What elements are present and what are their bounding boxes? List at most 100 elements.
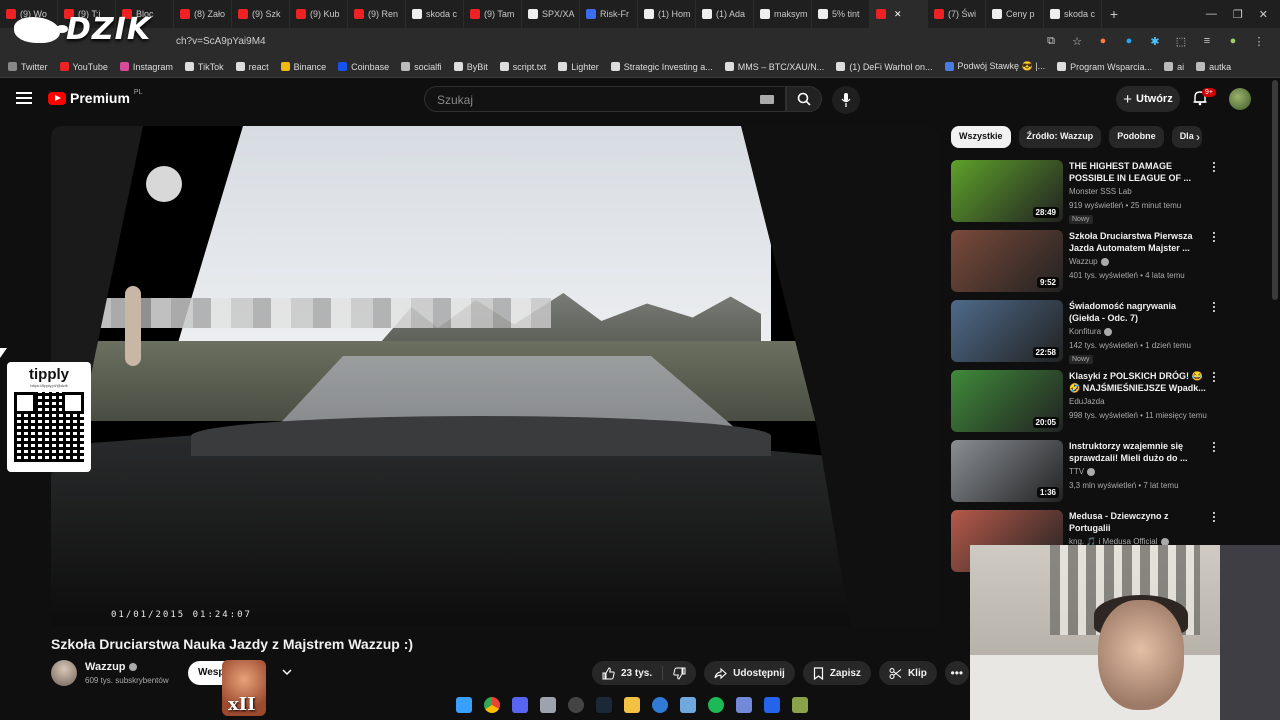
dislike-button[interactable]: [663, 661, 697, 685]
extension-blue-icon[interactable]: ●: [1122, 34, 1136, 48]
install-app-icon[interactable]: ⧉: [1044, 34, 1058, 48]
browser-tab[interactable]: SPX/XA: [522, 0, 580, 28]
bookmark-item[interactable]: Podwój Stawkę 😎 |...: [944, 61, 1045, 72]
chevron-right-icon[interactable]: ›: [1196, 130, 1208, 144]
discord-icon[interactable]: [512, 697, 528, 713]
bookmark-item[interactable]: script.txt: [499, 62, 546, 72]
bookmark-item[interactable]: socialfi: [401, 62, 442, 72]
reading-list-icon[interactable]: ≡: [1200, 34, 1214, 48]
more-vertical-icon[interactable]: [1211, 512, 1217, 526]
account-avatar[interactable]: [1229, 88, 1251, 110]
more-actions-button[interactable]: •••: [944, 661, 969, 685]
browser-tab[interactable]: (9) Ren: [348, 0, 406, 28]
browser-tab[interactable]: skoda c: [1044, 0, 1102, 28]
browser-tab[interactable]: Risk-Fr: [580, 0, 638, 28]
discord-alt-icon[interactable]: [736, 697, 752, 713]
bookmark-item[interactable]: Twitter: [8, 62, 48, 72]
close-window-icon[interactable]: ✕: [1259, 8, 1268, 21]
video-thumbnail[interactable]: 20:05: [951, 370, 1063, 432]
bookmark-item[interactable]: (1) DeFi Warhol on...: [836, 62, 933, 72]
search-button[interactable]: [786, 86, 822, 112]
url-field[interactable]: ch?v=ScA9pYai9M4: [176, 36, 266, 47]
browser-tab[interactable]: Ceny p: [986, 0, 1044, 28]
video-thumbnail[interactable]: 9:52: [951, 230, 1063, 292]
recommended-video[interactable]: 1:36 Instruktorzy wzajemnie się sprawdzal…: [951, 440, 1271, 510]
bookmark-item[interactable]: Binance: [280, 62, 326, 72]
bookmark-item[interactable]: Lighter: [558, 62, 599, 72]
video-player[interactable]: 01/01/2015 01:24:07: [51, 126, 940, 626]
recommended-video[interactable]: 22:58 Świadomość nagrywania (Giełda - Odc…: [951, 300, 1271, 370]
like-button[interactable]: 23 tys.: [592, 661, 663, 685]
bookmark-item[interactable]: TikTok: [184, 62, 224, 72]
browser-tab[interactable]: (9) Tam: [464, 0, 522, 28]
bookmark-item[interactable]: react: [235, 62, 269, 72]
filter-chip[interactable]: Źródło: Wazzup: [1018, 126, 1102, 148]
recommended-channel[interactable]: EduJazda: [1069, 397, 1105, 406]
recommended-video[interactable]: 28:49 THE HIGHEST DAMAGE POSSIBLE IN LEAG…: [951, 160, 1271, 230]
tab-close-icon[interactable]: ✕: [894, 9, 902, 20]
browser-tab[interactable]: maksym: [754, 0, 812, 28]
task-manager-icon[interactable]: [540, 697, 556, 713]
minimize-icon[interactable]: —: [1206, 8, 1217, 21]
steam-icon[interactable]: [596, 697, 612, 713]
browser-tab[interactable]: (9) Kub: [290, 0, 348, 28]
video-thumbnail[interactable]: 22:58: [951, 300, 1063, 362]
x-app-icon[interactable]: [764, 697, 780, 713]
channel-avatar[interactable]: [51, 660, 77, 686]
chevron-down-icon[interactable]: [282, 667, 292, 677]
share-button[interactable]: Udostępnij: [704, 661, 795, 685]
browser-tab[interactable]: skoda c: [406, 0, 464, 28]
filter-chip[interactable]: Wszystkie: [951, 126, 1011, 148]
ccleaner-icon[interactable]: [652, 697, 668, 713]
windows-start-icon[interactable]: [456, 697, 472, 713]
spotify-icon[interactable]: [708, 697, 724, 713]
file-explorer-icon[interactable]: [624, 697, 640, 713]
more-vertical-icon[interactable]: [1211, 302, 1217, 316]
bookmark-item[interactable]: Strategic Investing a...: [610, 62, 713, 72]
save-button[interactable]: Zapisz: [802, 661, 871, 685]
bookmark-star-icon[interactable]: ☆: [1070, 34, 1084, 48]
video-thumbnail[interactable]: 28:49: [951, 160, 1063, 222]
bookmark-item[interactable]: Program Wsparcia...: [1057, 62, 1152, 72]
browser-tab[interactable]: (8) Zało: [174, 0, 232, 28]
filter-chip[interactable]: Podobne: [1109, 126, 1164, 148]
more-vertical-icon[interactable]: [1211, 442, 1217, 456]
extensions-puzzle-icon[interactable]: ⬚: [1174, 34, 1188, 48]
bookmark-item[interactable]: autka: [1196, 62, 1231, 72]
youtube-logo[interactable]: Premium PL: [48, 89, 142, 106]
hamburger-menu-icon[interactable]: [16, 92, 32, 104]
bookmark-item[interactable]: Instagram: [119, 62, 173, 72]
restore-icon[interactable]: ❐: [1233, 8, 1243, 21]
recommended-channel[interactable]: Monster SSS Lab: [1069, 187, 1132, 196]
obs-icon[interactable]: [568, 697, 584, 713]
search-input[interactable]: Szukaj: [424, 86, 786, 112]
voice-search-button[interactable]: [832, 86, 860, 114]
browser-tab[interactable]: (1) Hom: [638, 0, 696, 28]
bookmark-item[interactable]: ai: [1164, 62, 1184, 72]
video-thumbnail[interactable]: 1:36: [951, 440, 1063, 502]
recommended-video[interactable]: 9:52 Szkoła Druciarstwa Pierwsza Jazda Au…: [951, 230, 1271, 300]
extension-translate-icon[interactable]: ✱: [1148, 34, 1162, 48]
browser-tab[interactable]: (9) Szk: [232, 0, 290, 28]
recommended-channel[interactable]: Wazzup: [1069, 257, 1109, 266]
bookmark-item[interactable]: YouTube: [59, 62, 108, 72]
game-icon[interactable]: [792, 697, 808, 713]
keyboard-icon[interactable]: [760, 95, 774, 104]
browser-tab[interactable]: ✕: [870, 0, 928, 28]
browser-menu-icon[interactable]: ⋮: [1252, 34, 1266, 48]
more-vertical-icon[interactable]: [1211, 162, 1217, 176]
create-button[interactable]: + Utwórz: [1116, 86, 1180, 112]
profile-icon[interactable]: ●: [1226, 34, 1240, 48]
channel-name-link[interactable]: Wazzup: [85, 661, 137, 673]
browser-tab[interactable]: (1) Ada: [696, 0, 754, 28]
recommended-channel[interactable]: TTV: [1069, 467, 1096, 476]
browser-tab[interactable]: 5% tint: [812, 0, 870, 28]
recommended-channel[interactable]: Konfitura: [1069, 327, 1113, 336]
extension-fox-icon[interactable]: ●: [1096, 34, 1110, 48]
bookmark-item[interactable]: ByBit: [453, 62, 488, 72]
network-app-icon[interactable]: [680, 697, 696, 713]
bookmark-item[interactable]: MMS – BTC/XAU/N...: [724, 62, 824, 72]
new-tab-button[interactable]: +: [1102, 6, 1126, 22]
clip-button[interactable]: Klip: [878, 661, 937, 685]
chrome-icon[interactable]: [484, 697, 500, 713]
